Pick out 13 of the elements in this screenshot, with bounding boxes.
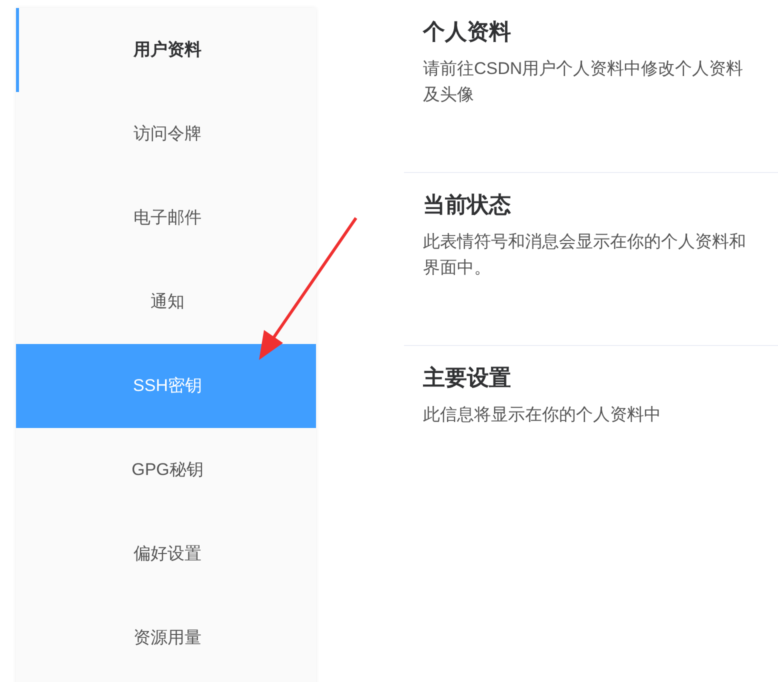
section-description: 此表情符号和消息会显示在你的个人资料和界面中。 bbox=[423, 231, 747, 279]
sidebar-item[interactable]: 偏好设置 bbox=[16, 512, 316, 596]
section-description: 请前往CSDN用户个人资料中修改个人资料及头像 bbox=[423, 58, 744, 106]
sidebar-item[interactable]: 资源用量 bbox=[16, 596, 316, 680]
sidebar-item[interactable]: GPG秘钥 bbox=[16, 428, 316, 512]
sidebar-item[interactable]: 用户资料 bbox=[16, 8, 316, 92]
sidebar-item[interactable]: 电子邮件 bbox=[16, 176, 316, 260]
section-title: 当前状态 bbox=[423, 191, 512, 219]
section-title: 主要设置 bbox=[423, 364, 512, 392]
sidebar-item[interactable]: 访问令牌 bbox=[16, 92, 316, 176]
section-title: 个人资料 bbox=[423, 18, 512, 46]
section-description: 此信息将显示在你的个人资料中 bbox=[423, 404, 662, 426]
sidebar-item[interactable]: 通知 bbox=[16, 260, 316, 344]
